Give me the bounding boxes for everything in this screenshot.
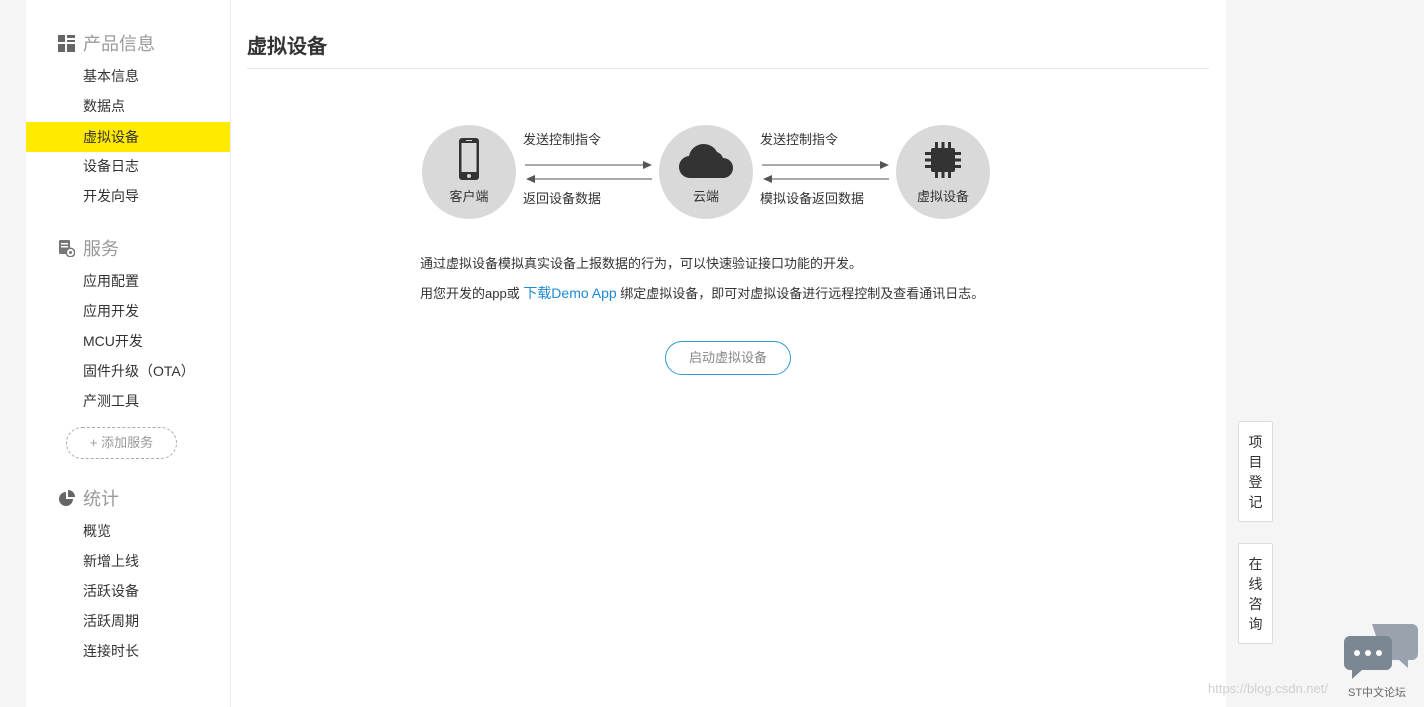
sidebar-item-test-tools[interactable]: 产测工具 bbox=[26, 386, 230, 416]
sidebar-item-mcu-dev[interactable]: MCU开发 bbox=[26, 326, 230, 356]
online-consult-button[interactable]: 在 线 咨 询 bbox=[1238, 543, 1273, 644]
return-data-label-2: 模拟设备返回数据 bbox=[760, 191, 865, 206]
project-register-button[interactable]: 项 目 登 记 bbox=[1238, 421, 1273, 522]
phone-icon bbox=[459, 138, 479, 180]
register-char: 登 bbox=[1248, 474, 1263, 490]
device-node: 虚拟设备 bbox=[896, 125, 990, 219]
description-line-2: 用您开发的app或 下载Demo App 绑定虚拟设备，即可对虚拟设备进行远程控… bbox=[420, 283, 984, 303]
chip-icon bbox=[925, 142, 961, 178]
client-label: 客户端 bbox=[449, 189, 489, 204]
group-title: 统计 bbox=[83, 489, 119, 509]
register-char: 目 bbox=[1248, 454, 1263, 470]
service-icon bbox=[59, 239, 75, 257]
cloud-node: 云端 bbox=[659, 125, 753, 219]
page-title: 虚拟设备 bbox=[247, 36, 327, 58]
sidebar-item-new-online[interactable]: 新增上线 bbox=[26, 546, 230, 576]
consult-char: 在 bbox=[1248, 556, 1263, 572]
chat-bubbles-icon bbox=[1344, 624, 1418, 679]
add-service-button[interactable]: + 添加服务 bbox=[66, 427, 177, 459]
sidebar-item-virtual-device[interactable]: 虚拟设备 bbox=[26, 122, 230, 152]
sidebar-group-statistics: 统计 bbox=[58, 487, 119, 509]
client-node: 客户端 bbox=[422, 125, 516, 219]
desc-suffix: 绑定虚拟设备，即可对虚拟设备进行远程控制及查看通讯日志。 bbox=[616, 286, 985, 301]
group-title: 服务 bbox=[83, 239, 119, 259]
consult-char: 线 bbox=[1248, 576, 1263, 592]
main-content: 虚拟设备 客户端 发送控制指令 返回设备数据 云端 发送控制指令 模拟设备返回数… bbox=[247, 0, 1209, 707]
cloud-label: 云端 bbox=[692, 189, 719, 204]
sidebar-item-dev-guide[interactable]: 开发向导 bbox=[26, 181, 230, 211]
sidebar-item-app-dev[interactable]: 应用开发 bbox=[26, 296, 230, 326]
watermark-label: ST中文论坛 bbox=[1348, 687, 1407, 699]
start-virtual-device-button[interactable]: 启动虚拟设备 bbox=[665, 341, 791, 375]
register-char: 记 bbox=[1248, 494, 1263, 510]
arrows-client-cloud bbox=[525, 161, 652, 183]
return-data-label-1: 返回设备数据 bbox=[523, 191, 602, 206]
sidebar: 产品信息 基本信息 数据点 虚拟设备 设备日志 开发向导 服务 应用配置 应用开… bbox=[26, 0, 231, 707]
pie-chart-icon bbox=[59, 489, 75, 506]
sidebar-item-overview[interactable]: 概览 bbox=[26, 516, 230, 546]
consult-char: 咨 bbox=[1248, 596, 1263, 612]
sidebar-item-app-config[interactable]: 应用配置 bbox=[26, 266, 230, 296]
content-panel: 产品信息 基本信息 数据点 虚拟设备 设备日志 开发向导 服务 应用配置 应用开… bbox=[26, 0, 1226, 707]
send-command-label-2: 发送控制指令 bbox=[760, 132, 839, 147]
description-line-1: 通过虚拟设备模拟真实设备上报数据的行为，可以快速验证接口功能的开发。 bbox=[420, 256, 863, 271]
sidebar-item-ota[interactable]: 固件升级（OTA） bbox=[26, 356, 230, 386]
cloud-icon bbox=[679, 143, 733, 179]
consult-char: 询 bbox=[1248, 616, 1263, 632]
grid-icon bbox=[58, 34, 75, 52]
group-title: 产品信息 bbox=[83, 34, 155, 54]
device-label: 虚拟设备 bbox=[916, 189, 969, 204]
sidebar-item-connection-duration[interactable]: 连接时长 bbox=[26, 636, 230, 666]
sidebar-group-product-info: 产品信息 bbox=[58, 32, 155, 54]
download-demo-app-link[interactable]: 下载Demo App bbox=[523, 285, 616, 301]
title-divider bbox=[247, 68, 1209, 69]
sidebar-item-active-devices[interactable]: 活跃设备 bbox=[26, 576, 230, 606]
sidebar-item-datapoints[interactable]: 数据点 bbox=[26, 91, 230, 121]
desc-prefix: 用您开发的app或 bbox=[420, 286, 524, 301]
watermark-url: https://blog.csdn.net/ bbox=[1208, 681, 1328, 696]
arrows-cloud-device bbox=[762, 161, 889, 183]
sidebar-group-services: 服务 bbox=[58, 237, 119, 259]
send-command-label-1: 发送控制指令 bbox=[523, 132, 602, 147]
sidebar-item-basic-info[interactable]: 基本信息 bbox=[26, 61, 230, 91]
sidebar-item-device-log[interactable]: 设备日志 bbox=[26, 151, 230, 181]
sidebar-item-active-period[interactable]: 活跃周期 bbox=[26, 606, 230, 636]
register-char: 项 bbox=[1248, 434, 1263, 450]
